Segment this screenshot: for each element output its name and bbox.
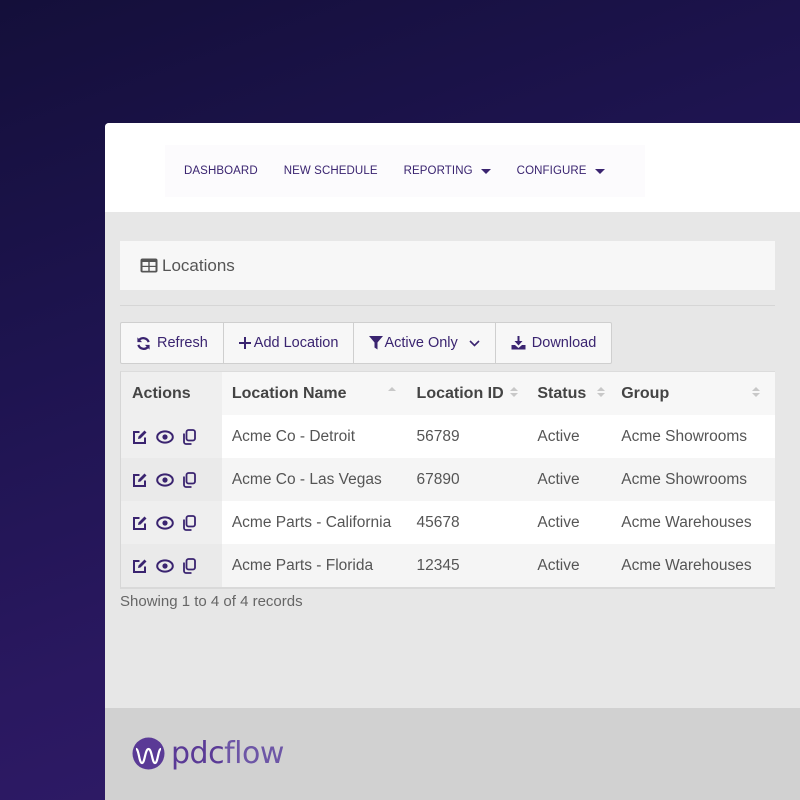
nav-reporting[interactable]: REPORTING [404, 165, 491, 177]
column-header-location-name[interactable]: Location Name [222, 372, 407, 415]
refresh-icon [136, 336, 151, 351]
toolbar: Refresh Add Location Active Only [120, 322, 612, 364]
footer-bar: pdcflow [105, 708, 800, 800]
caret-down-icon [481, 169, 491, 174]
table-header-row: Actions Location Name Location ID Status… [121, 372, 775, 415]
location-name-cell: Acme Parts - California [222, 501, 407, 544]
table-row: Acme Parts - Florida12345ActiveAcme Ware… [121, 544, 775, 587]
location-id-cell: 12345 [407, 544, 528, 587]
page-title: Locations [162, 256, 235, 276]
divider [120, 305, 775, 306]
copy-icon[interactable] [182, 472, 196, 488]
add-location-label: Add Location [254, 335, 339, 351]
status-cell: Active [527, 544, 611, 587]
column-header-label: Group [621, 385, 669, 403]
edit-icon[interactable] [132, 515, 148, 531]
main-nav: DASHBOARD NEW SCHEDULE REPORTING CONFIGU… [165, 145, 645, 197]
sort-icon [510, 387, 518, 397]
location-id-cell: 56789 [407, 415, 528, 458]
edit-icon[interactable] [132, 558, 148, 574]
table-icon [140, 258, 158, 273]
column-header-group[interactable]: Group [611, 372, 775, 415]
nav-configure-label: CONFIGURE [517, 165, 587, 177]
eye-icon[interactable] [156, 559, 174, 573]
nav-reporting-label: REPORTING [404, 165, 473, 177]
group-cell: Acme Showrooms [611, 458, 775, 501]
pdcflow-logo-icon [132, 737, 165, 770]
status-cell: Active [527, 458, 611, 501]
column-header-label: Actions [132, 385, 191, 403]
wordmark-light: flow [224, 736, 284, 771]
column-header-actions: Actions [121, 372, 222, 415]
group-cell: Acme Showrooms [611, 415, 775, 458]
actions-cell [121, 415, 222, 458]
download-button[interactable]: Download [496, 323, 612, 363]
wordmark-bold: pdc [171, 736, 224, 771]
column-header-label: Location ID [417, 385, 504, 403]
sort-icon [597, 387, 605, 397]
status-cell: Active [527, 415, 611, 458]
top-bar: DASHBOARD NEW SCHEDULE REPORTING CONFIGU… [105, 123, 800, 212]
column-header-location-id[interactable]: Location ID [407, 372, 528, 415]
table-row: Acme Co - Detroit56789ActiveAcme Showroo… [121, 415, 775, 458]
actions-cell [121, 544, 222, 587]
pdcflow-wordmark: pdcflow [171, 736, 284, 771]
refresh-button[interactable]: Refresh [121, 323, 224, 363]
location-name-cell: Acme Co - Las Vegas [222, 458, 407, 501]
location-name-cell: Acme Parts - Florida [222, 544, 407, 587]
location-name-cell: Acme Co - Detroit [222, 415, 407, 458]
group-cell: Acme Warehouses [611, 501, 775, 544]
download-icon [511, 336, 526, 350]
location-id-cell: 67890 [407, 458, 528, 501]
nav-configure[interactable]: CONFIGURE [517, 165, 605, 177]
eye-icon[interactable] [156, 430, 174, 444]
table-row: Acme Parts - California45678ActiveAcme W… [121, 501, 775, 544]
chevron-down-icon [469, 340, 480, 347]
filter-icon [369, 336, 383, 350]
group-cell: Acme Warehouses [611, 544, 775, 587]
copy-icon[interactable] [182, 429, 196, 445]
copy-icon[interactable] [182, 515, 196, 531]
nav-dashboard-label: DASHBOARD [184, 165, 258, 177]
records-info: Showing 1 to 4 of 4 records [120, 593, 303, 610]
nav-new-schedule[interactable]: NEW SCHEDULE [284, 165, 378, 177]
sort-asc-icon [388, 387, 396, 393]
actions-cell [121, 501, 222, 544]
status-cell: Active [527, 501, 611, 544]
panel-header: Locations [120, 241, 775, 290]
nav-new-schedule-label: NEW SCHEDULE [284, 165, 378, 177]
locations-table: Actions Location Name Location ID Status… [120, 371, 775, 589]
plus-icon [239, 337, 251, 349]
location-id-cell: 45678 [407, 501, 528, 544]
filter-label: Active Only [384, 335, 457, 351]
active-only-filter-dropdown[interactable]: Active Only [354, 323, 495, 363]
download-label: Download [532, 335, 597, 351]
copy-icon[interactable] [182, 558, 196, 574]
edit-icon[interactable] [132, 429, 148, 445]
actions-cell [121, 458, 222, 501]
refresh-label: Refresh [157, 335, 208, 351]
column-header-label: Location Name [232, 385, 347, 403]
edit-icon[interactable] [132, 472, 148, 488]
eye-icon[interactable] [156, 516, 174, 530]
eye-icon[interactable] [156, 473, 174, 487]
nav-dashboard[interactable]: DASHBOARD [184, 165, 258, 177]
column-header-label: Status [537, 385, 586, 403]
add-location-button[interactable]: Add Location [224, 323, 355, 363]
sort-icon [752, 387, 760, 397]
column-header-status[interactable]: Status [527, 372, 611, 415]
pdcflow-logo: pdcflow [132, 736, 284, 771]
caret-down-icon [595, 169, 605, 174]
table-row: Acme Co - Las Vegas67890ActiveAcme Showr… [121, 458, 775, 501]
app-window: DASHBOARD NEW SCHEDULE REPORTING CONFIGU… [105, 123, 800, 800]
